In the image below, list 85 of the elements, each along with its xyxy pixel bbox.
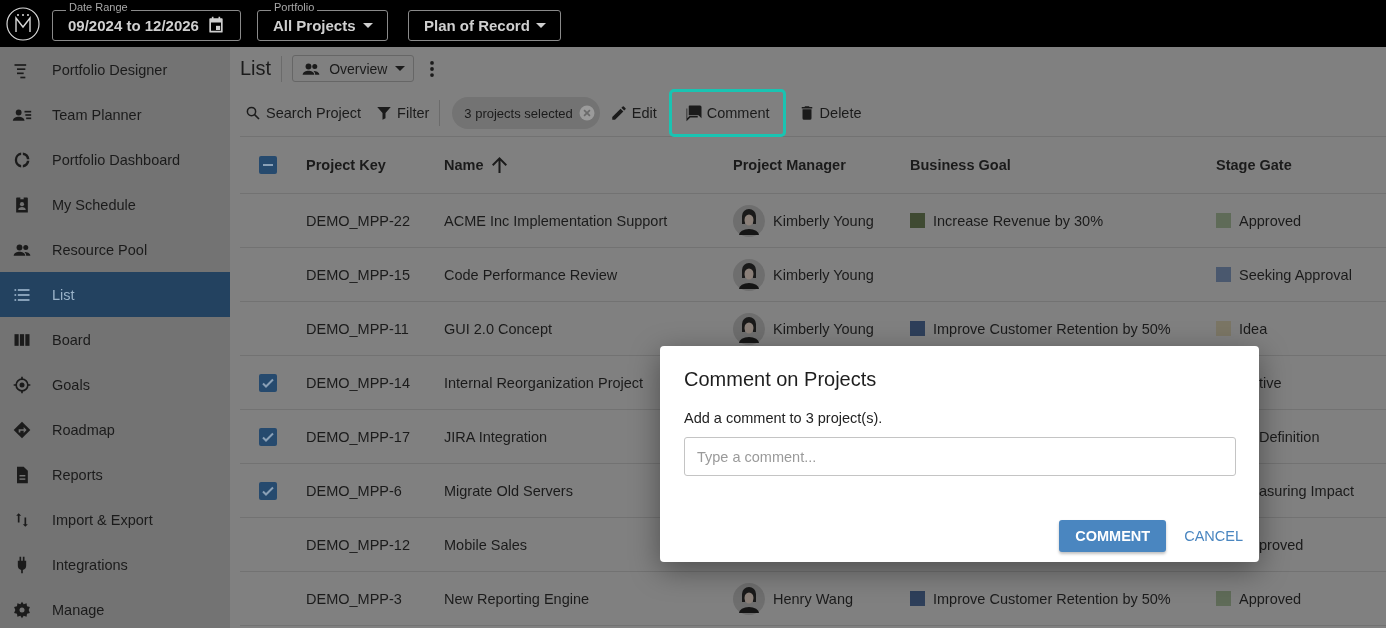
field-value: All Projects <box>273 16 356 34</box>
sidebar-item[interactable]: Import & Export <box>0 497 230 542</box>
field-label: Date Range <box>66 0 131 13</box>
project-key: DEMO_MPP-22 <box>306 212 410 229</box>
checkbox[interactable] <box>256 153 280 177</box>
project-key: DEMO_MPP-14 <box>306 374 410 391</box>
manager-name: Kimberly Young <box>773 320 874 337</box>
project-key: DEMO_MPP-3 <box>306 590 402 607</box>
manager-name: Kimberly Young <box>773 212 874 229</box>
avatar <box>733 204 765 237</box>
dialog-message: Add a comment to 3 project(s). <box>684 410 884 426</box>
gear-icon <box>12 599 32 620</box>
target-icon <box>12 374 32 395</box>
stage-gate: tive <box>1259 374 1282 391</box>
sidebar-item[interactable]: Team Planner <box>0 92 230 137</box>
view-dropdown[interactable]: Overview <box>292 55 415 82</box>
dialog-title: Comment on Projects <box>684 368 878 391</box>
column-header[interactable]: Project Manager <box>733 157 846 173</box>
logo-icon[interactable] <box>6 6 40 41</box>
edit-button[interactable]: Edit <box>605 100 661 126</box>
stage-gate: Approved <box>1239 212 1302 229</box>
field-value: 09/2024 to 12/2026 <box>68 16 199 34</box>
avatar <box>733 312 765 345</box>
project-name[interactable]: Migrate Old Servers <box>444 482 573 499</box>
diamond-arrow-icon <box>12 419 32 440</box>
pencil-icon <box>609 104 628 122</box>
project-key: DEMO_MPP-11 <box>306 320 409 337</box>
sidebar-item[interactable]: List <box>0 272 230 317</box>
column-header[interactable]: Name <box>444 157 484 173</box>
project-name[interactable]: ACME Inc Implementation Support <box>444 212 668 229</box>
comment-field[interactable]: Type a comment... <box>684 437 1236 476</box>
sidebar-item[interactable]: Integrations <box>0 542 230 587</box>
stage-gate: proved <box>1259 536 1304 553</box>
manager-name: Henry Wang <box>773 590 854 607</box>
project-key: DEMO_MPP-6 <box>306 482 402 499</box>
project-name[interactable]: Internal Reorganization Project <box>444 374 644 391</box>
sidebar-item[interactable]: Roadmap <box>0 407 230 452</box>
stage-gate: Definition <box>1259 428 1320 445</box>
sidebar-item[interactable]: Portfolio Dashboard <box>0 137 230 182</box>
project-key: DEMO_MPP-17 <box>306 428 410 445</box>
stage-gate: asuring Impact <box>1259 482 1355 499</box>
business-goal: Increase Revenue by 30% <box>933 212 1104 229</box>
field-value: Plan of Record <box>424 16 530 34</box>
caret-icon <box>536 22 546 28</box>
project-name[interactable]: Mobile Sales <box>444 536 527 553</box>
field-label: Portfolio <box>271 0 318 13</box>
project-name[interactable]: JIRA Integration <box>444 428 548 445</box>
comment-button[interactable]: Comment <box>668 89 786 137</box>
stage-gate: Approved <box>1239 590 1302 607</box>
caret-icon <box>363 22 373 28</box>
delete-button[interactable]: Delete <box>793 100 866 126</box>
project-key: DEMO_MPP-12 <box>306 536 410 553</box>
sidebar-item[interactable]: My Schedule <box>0 182 230 227</box>
caret-icon <box>395 66 406 71</box>
sidebar-item[interactable]: Manage <box>0 587 230 628</box>
sidebar-item[interactable]: Reports <box>0 452 230 497</box>
sidebar-item[interactable]: Goals <box>0 362 230 407</box>
avatar <box>733 582 765 615</box>
more-icon <box>430 60 435 77</box>
project-key: DEMO_MPP-15 <box>306 266 410 283</box>
stage-gate: Seeking Approval <box>1239 266 1352 283</box>
business-goal: Improve Customer Retention by 50% <box>933 320 1171 337</box>
sidebar-item[interactable]: Board <box>0 317 230 362</box>
column-header[interactable]: Business Goal <box>910 157 1011 173</box>
comment-icon <box>684 104 703 122</box>
project-name[interactable]: New Reporting Engine <box>444 590 590 607</box>
selection-chip: 3 projects selected <box>452 97 600 129</box>
column-header[interactable]: Project Key <box>306 157 386 173</box>
business-goal: Improve Customer Retention by 50% <box>933 590 1171 607</box>
sidebar-item[interactable]: Resource Pool <box>0 227 230 272</box>
comment-submit-button[interactable]: COMMENT <box>1059 520 1167 552</box>
stage-gate: Idea <box>1239 320 1268 337</box>
page-title: List <box>240 57 272 80</box>
search-icon <box>244 104 262 122</box>
column-header[interactable]: Stage Gate <box>1216 157 1292 173</box>
search-button[interactable]: Search Project <box>240 100 366 126</box>
manager-name: Kimberly Young <box>773 266 874 283</box>
calendar-icon <box>206 15 226 35</box>
avatar <box>733 258 765 291</box>
cancel-button[interactable]: CANCEL <box>1176 520 1251 552</box>
project-name[interactable]: Code Performance Review <box>444 266 618 283</box>
project-name[interactable]: GUI 2.0 Concept <box>444 320 552 337</box>
filter-button[interactable]: Filter <box>371 100 434 126</box>
sidebar-item[interactable]: Portfolio Designer <box>0 47 230 92</box>
plan-dropdown[interactable]: Plan of Record <box>408 9 561 41</box>
